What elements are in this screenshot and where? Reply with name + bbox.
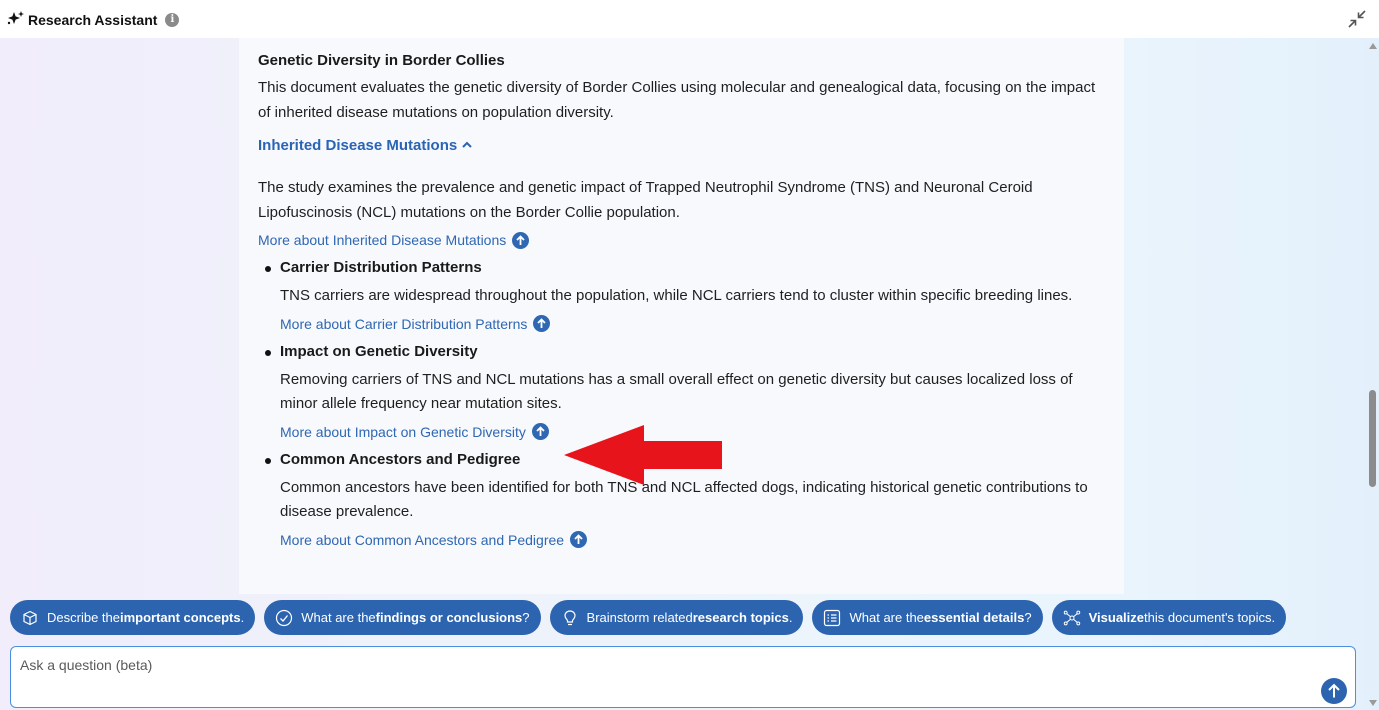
network-icon [1063, 609, 1081, 627]
collapse-icon[interactable] [1345, 7, 1369, 31]
section-toggle-inherited-disease-mutations[interactable]: Inherited Disease Mutations [258, 136, 473, 156]
scroll-down-icon[interactable] [1369, 700, 1377, 706]
chip-important-concepts[interactable]: Describe the important concepts. [10, 600, 256, 635]
scrollbar-thumb[interactable] [1369, 390, 1376, 487]
info-icon[interactable]: i [165, 12, 180, 27]
check-circle-icon [275, 609, 293, 627]
arrow-up-circle-icon [533, 315, 551, 332]
send-button[interactable] [1321, 678, 1347, 704]
ask-question-input[interactable] [20, 653, 1300, 677]
subtopic-body: TNS carriers are widespread throughout t… [280, 287, 1073, 304]
top-bar: Research Assistant i [0, 0, 1379, 38]
arrow-up-circle-icon [512, 231, 530, 249]
chip-text: ? [522, 610, 530, 625]
document-title: Genetic Diversity in Border Collies [258, 52, 505, 69]
chip-text: Describe the [47, 610, 120, 625]
section-description: The study examines the prevalence and ge… [258, 179, 1033, 221]
chip-text: this document's topics. [1144, 610, 1276, 625]
more-link-label: More about Common Ancestors and Pedigree [280, 531, 565, 548]
list-item: Carrier Distribution Patterns TNS carrie… [258, 258, 1106, 334]
arrow-up-circle-icon [570, 531, 588, 548]
more-link-impact-on-genetic-diversity[interactable]: More about Impact on Genetic Diversity [280, 422, 549, 442]
more-link-common-ancestors-and-pedigree[interactable]: More about Common Ancestors and Pedigree [280, 530, 588, 550]
scrollbar[interactable] [1366, 38, 1379, 710]
sparkle-icon [6, 10, 26, 29]
chip-findings-or-conclusions[interactable]: What are the findings or conclusions? [264, 600, 541, 635]
chip-text: What are the [301, 610, 376, 625]
document-summary-panel: Genetic Diversity in Border Collies This… [239, 38, 1124, 594]
document-summary: This document evaluates the genetic dive… [258, 79, 1096, 121]
chip-research-topics[interactable]: Brainstorm related research topics. [549, 600, 804, 635]
more-link-label: More about Impact on Genetic Diversity [280, 423, 526, 440]
chip-bold-text: essential details [923, 610, 1025, 625]
annotation-arrow-icon [564, 425, 722, 485]
suggestion-chips: Describe the important concepts. What ar… [10, 600, 1287, 636]
chip-text: What are the [849, 610, 924, 625]
more-link-inherited-disease-mutations[interactable]: More about Inherited Disease Mutations [258, 230, 530, 250]
chip-bold-text: important concepts [119, 610, 241, 625]
more-link-label: More about Inherited Disease Mutations [258, 232, 507, 248]
arrow-up-icon [1328, 683, 1340, 698]
chip-bold-text: Visualize [1088, 610, 1145, 625]
section-title: Inherited Disease Mutations [258, 137, 458, 154]
chip-essential-details[interactable]: What are the essential details? [812, 600, 1043, 635]
scroll-up-icon[interactable] [1369, 43, 1377, 49]
cube-icon [21, 609, 39, 627]
list-icon [823, 609, 841, 627]
app-title: Research Assistant i [6, 10, 180, 29]
chip-text: ? [1024, 610, 1032, 625]
chip-text: . [788, 610, 793, 625]
ask-question-box [10, 646, 1356, 708]
subtopic-list: Carrier Distribution Patterns TNS carrie… [258, 258, 1106, 550]
chip-visualize-topics[interactable]: Visualize this document's topics. [1051, 600, 1287, 635]
more-link-carrier-distribution-patterns[interactable]: More about Carrier Distribution Patterns [280, 314, 551, 334]
app-title-text: Research Assistant [28, 11, 158, 28]
more-link-label: More about Carrier Distribution Patterns [280, 315, 528, 332]
chip-text: Brainstorm related [586, 610, 693, 625]
subtopic-title: Impact on Genetic Diversity [265, 342, 1106, 362]
chip-text: . [240, 610, 245, 625]
chevron-up-icon [461, 136, 473, 156]
arrow-up-circle-icon [531, 423, 549, 440]
chip-bold-text: findings or conclusions [375, 610, 523, 625]
lightbulb-icon [561, 609, 579, 627]
chip-bold-text: research topics [692, 610, 789, 625]
subtopic-title: Carrier Distribution Patterns [265, 258, 1106, 278]
subtopic-body: Removing carriers of TNS and NCL mutatio… [280, 370, 1073, 413]
